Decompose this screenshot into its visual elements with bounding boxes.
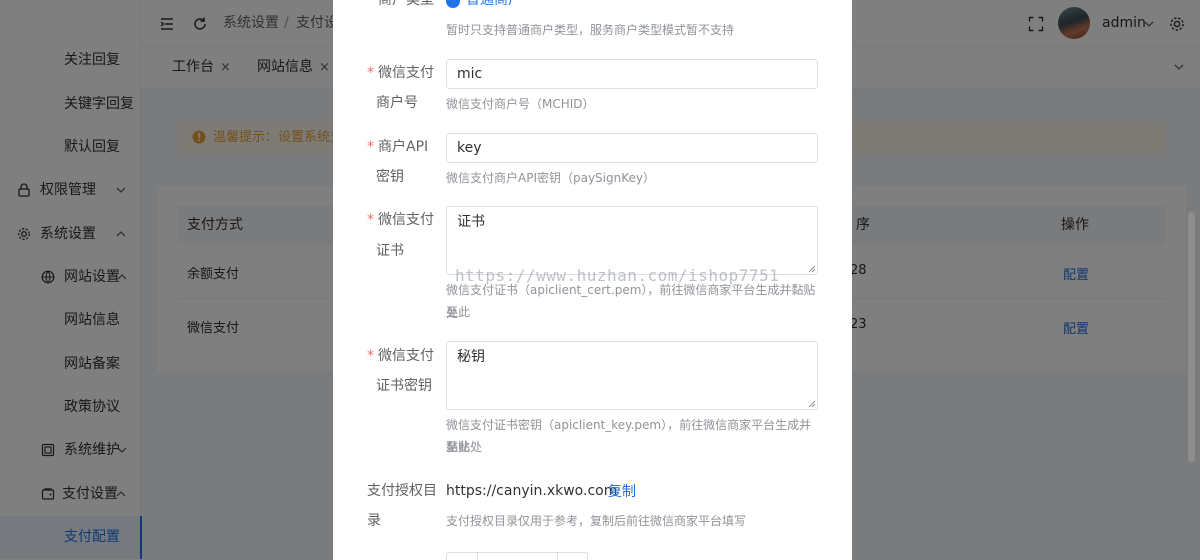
page-scrollbar[interactable] — [1188, 212, 1195, 462]
apikey-label-line2: 密钥 — [376, 169, 404, 185]
mchid-label-line2: 商户号 — [376, 95, 418, 111]
cert-key-textarea-value: 秘钥 — [457, 349, 485, 365]
required-mark: * — [367, 348, 374, 364]
required-mark: * — [367, 139, 374, 155]
stepper-divider — [477, 553, 478, 560]
merchant-type-value[interactable]: 普通商户 — [466, 0, 522, 15]
auth-dir-value: https://canyin.xkwo.com — [446, 483, 618, 499]
cert-label-line2: 证书 — [376, 243, 404, 259]
apikey-input[interactable]: key — [446, 133, 818, 163]
wechat-pay-config-dialog: 商户类型 普通商户 暂时只支持普通商户类型，服务商户类型模式暂不支持 * 微信支付… — [333, 0, 852, 560]
mchid-label: * 微信支付 — [367, 65, 434, 81]
mchid-help: 微信支付商户号（MCHID） — [446, 97, 595, 111]
auth-dir-help: 支付授权目录仅用于参考，复制后前往微信商家平台填写 — [446, 514, 747, 528]
cert-key-label: * 微信支付 — [367, 348, 434, 364]
copy-link[interactable]: 复制 — [608, 477, 636, 507]
apikey-help: 微信支付商户API密钥（paySignKey） — [446, 171, 655, 185]
resize-handle-icon[interactable] — [808, 265, 816, 273]
required-mark: * — [367, 212, 374, 228]
order-stepper[interactable] — [446, 552, 588, 560]
merchant-type-radio[interactable] — [446, 0, 460, 8]
cert-textarea[interactable]: 证书 — [446, 206, 818, 275]
cert-key-textarea[interactable]: 秘钥 — [446, 341, 818, 410]
watermark-text: https://www.huzhan.com/ishop7751 — [455, 266, 780, 285]
resize-handle-icon[interactable] — [808, 400, 816, 408]
cert-textarea-value: 证书 — [457, 214, 485, 230]
cert-help-line2: 处 — [446, 306, 459, 320]
mchid-input[interactable]: mic — [446, 59, 818, 89]
merchant-type-help: 暂时只支持普通商户类型，服务商户类型模式暂不支持 — [446, 23, 735, 37]
merchant-type-label: 商户类型 — [378, 0, 434, 8]
auth-dir-label: 支付授权目 — [367, 483, 437, 499]
auth-dir-label-line2: 录 — [367, 513, 381, 529]
cert-label: * 微信支付 — [367, 212, 434, 228]
cert-key-help-line2: 至此处 — [446, 440, 483, 454]
stepper-divider — [557, 553, 558, 560]
required-mark: * — [367, 65, 374, 81]
cert-key-label-line2: 证书密钥 — [376, 378, 432, 394]
apikey-label: * 商户API — [367, 139, 429, 155]
